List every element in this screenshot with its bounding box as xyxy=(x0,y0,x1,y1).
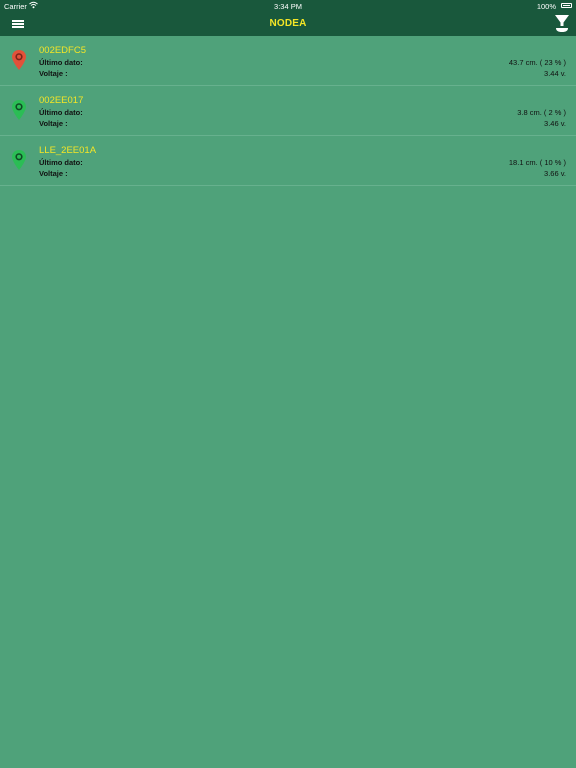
list-item[interactable]: 002EE017 Último dato: 3.8 cm. ( 2 % ) Vo… xyxy=(0,86,576,136)
last-data-value: 3.8 cm. ( 2 % ) xyxy=(517,108,566,117)
list-item[interactable]: LLE_2EE01A Último dato: 18.1 cm. ( 10 % … xyxy=(0,136,576,186)
voltage-value: 3.66 v. xyxy=(544,169,566,178)
map-pin-icon xyxy=(12,150,26,170)
funnel-filter-icon[interactable] xyxy=(554,14,570,34)
status-bar: Carrier 3:34 PM 100% xyxy=(0,0,576,12)
last-data-label: Último dato: xyxy=(39,58,83,67)
voltage-label: Voltaje : xyxy=(39,119,68,128)
device-name: 002EE017 xyxy=(39,95,84,106)
map-pin-icon xyxy=(12,100,26,120)
device-list: 002EDFC5 Último dato: 43.7 cm. ( 23 % ) … xyxy=(0,36,576,186)
status-time: 3:34 PM xyxy=(274,2,302,11)
nav-bar: NODEA xyxy=(0,12,576,36)
device-name: 002EDFC5 xyxy=(39,45,86,56)
last-data-value: 43.7 cm. ( 23 % ) xyxy=(508,58,566,67)
voltage-value: 3.46 v. xyxy=(544,119,566,128)
voltage-value: 3.44 v. xyxy=(544,69,566,78)
device-name: LLE_2EE01A xyxy=(39,145,97,156)
voltage-label: Voltaje : xyxy=(39,169,68,178)
list-item[interactable]: 002EDFC5 Último dato: 43.7 cm. ( 23 % ) … xyxy=(0,36,576,86)
last-data-value: 18.1 cm. ( 10 % ) xyxy=(508,158,566,167)
last-data-label: Último dato: xyxy=(39,108,83,117)
last-data-label: Último dato: xyxy=(39,158,83,167)
voltage-label: Voltaje : xyxy=(39,69,68,78)
page-title: NODEA xyxy=(269,18,307,29)
battery-icon xyxy=(561,3,572,8)
map-pin-icon xyxy=(12,50,26,70)
battery-percent: 100% xyxy=(536,2,556,11)
